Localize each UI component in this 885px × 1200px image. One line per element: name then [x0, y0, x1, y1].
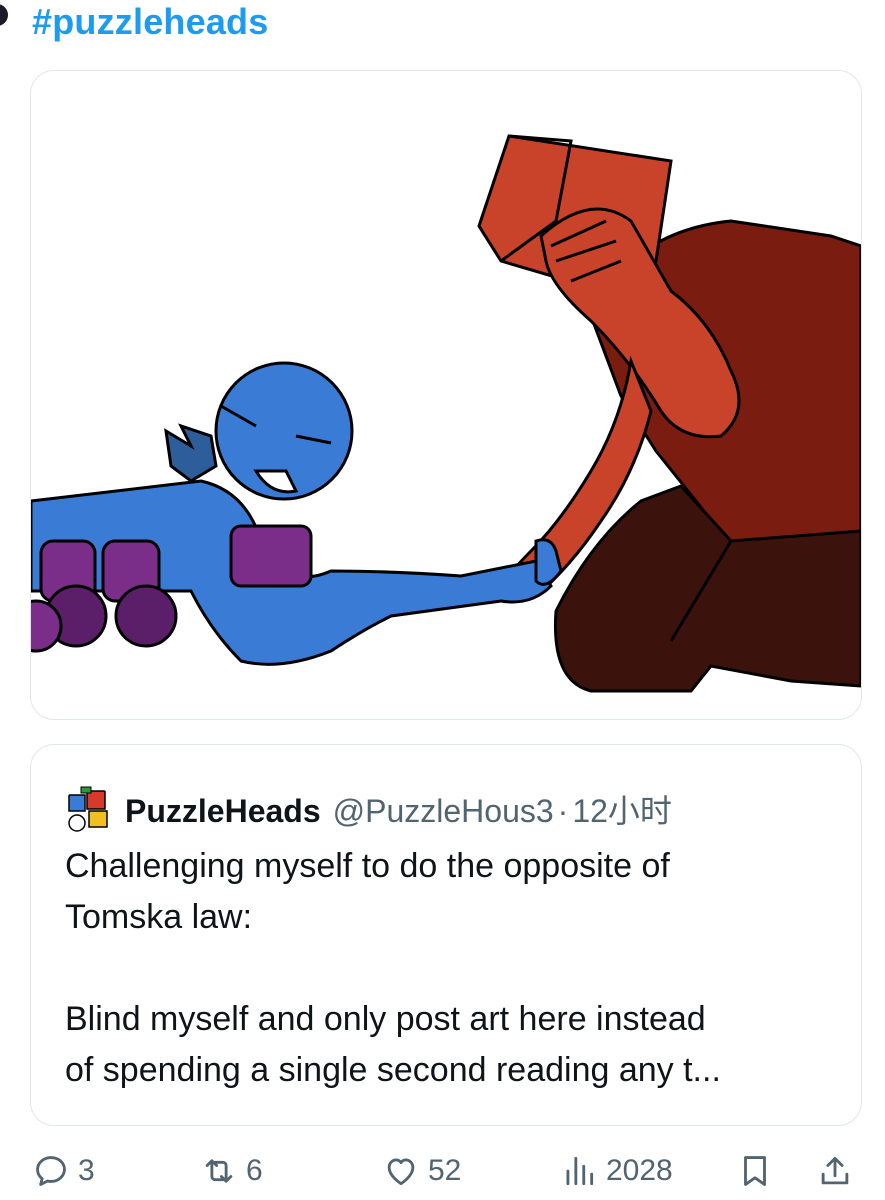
views-button[interactable]: 2028	[560, 1146, 673, 1196]
action-bar: 3 6 52 2028	[0, 1146, 885, 1196]
quoted-text-line: Tomska law:	[65, 898, 253, 936]
share-icon	[821, 1156, 849, 1185]
repost-button[interactable]: 6	[200, 1146, 263, 1196]
separator-dot: ·	[557, 793, 569, 829]
puzzle-avatar-icon	[68, 786, 108, 832]
like-count: 52	[428, 1154, 462, 1187]
quoted-post-text: Challenging myself to do the opposite of…	[65, 841, 835, 1096]
quoted-text-line: of spending a single second reading any …	[65, 1051, 721, 1089]
quoted-handle[interactable]: @PuzzleHous3	[333, 791, 554, 831]
bookmark-icon	[744, 1156, 766, 1186]
illustration-image	[31, 71, 861, 719]
quoted-display-name[interactable]: PuzzleHeads	[125, 791, 321, 831]
repost-count: 6	[246, 1154, 263, 1187]
quoted-text-line: Challenging myself to do the opposite of	[65, 847, 670, 885]
repost-icon	[205, 1159, 233, 1183]
puzzleheads-avatar[interactable]	[63, 785, 115, 837]
heart-icon	[387, 1158, 415, 1186]
quoted-text-line: Blind myself and only post art here inst…	[65, 1000, 706, 1038]
author-avatar[interactable]	[0, 4, 8, 26]
quoted-post[interactable]: PuzzleHeads @PuzzleHous3 · 12小时 Challeng…	[30, 744, 862, 1126]
post-image[interactable]	[30, 70, 862, 720]
views-icon	[566, 1156, 594, 1186]
reply-count: 3	[78, 1154, 95, 1187]
bookmark-button[interactable]	[736, 1146, 782, 1196]
views-count: 2028	[606, 1154, 673, 1187]
reply-button[interactable]: 3	[32, 1146, 95, 1196]
like-button[interactable]: 52	[382, 1146, 461, 1196]
quoted-post-header: PuzzleHeads @PuzzleHous3 · 12小时	[63, 785, 672, 837]
reply-icon	[36, 1156, 66, 1186]
share-button[interactable]	[816, 1146, 862, 1196]
quoted-timestamp[interactable]: 12小时	[572, 791, 672, 831]
hashtag-link[interactable]: #puzzleheads	[32, 0, 268, 44]
